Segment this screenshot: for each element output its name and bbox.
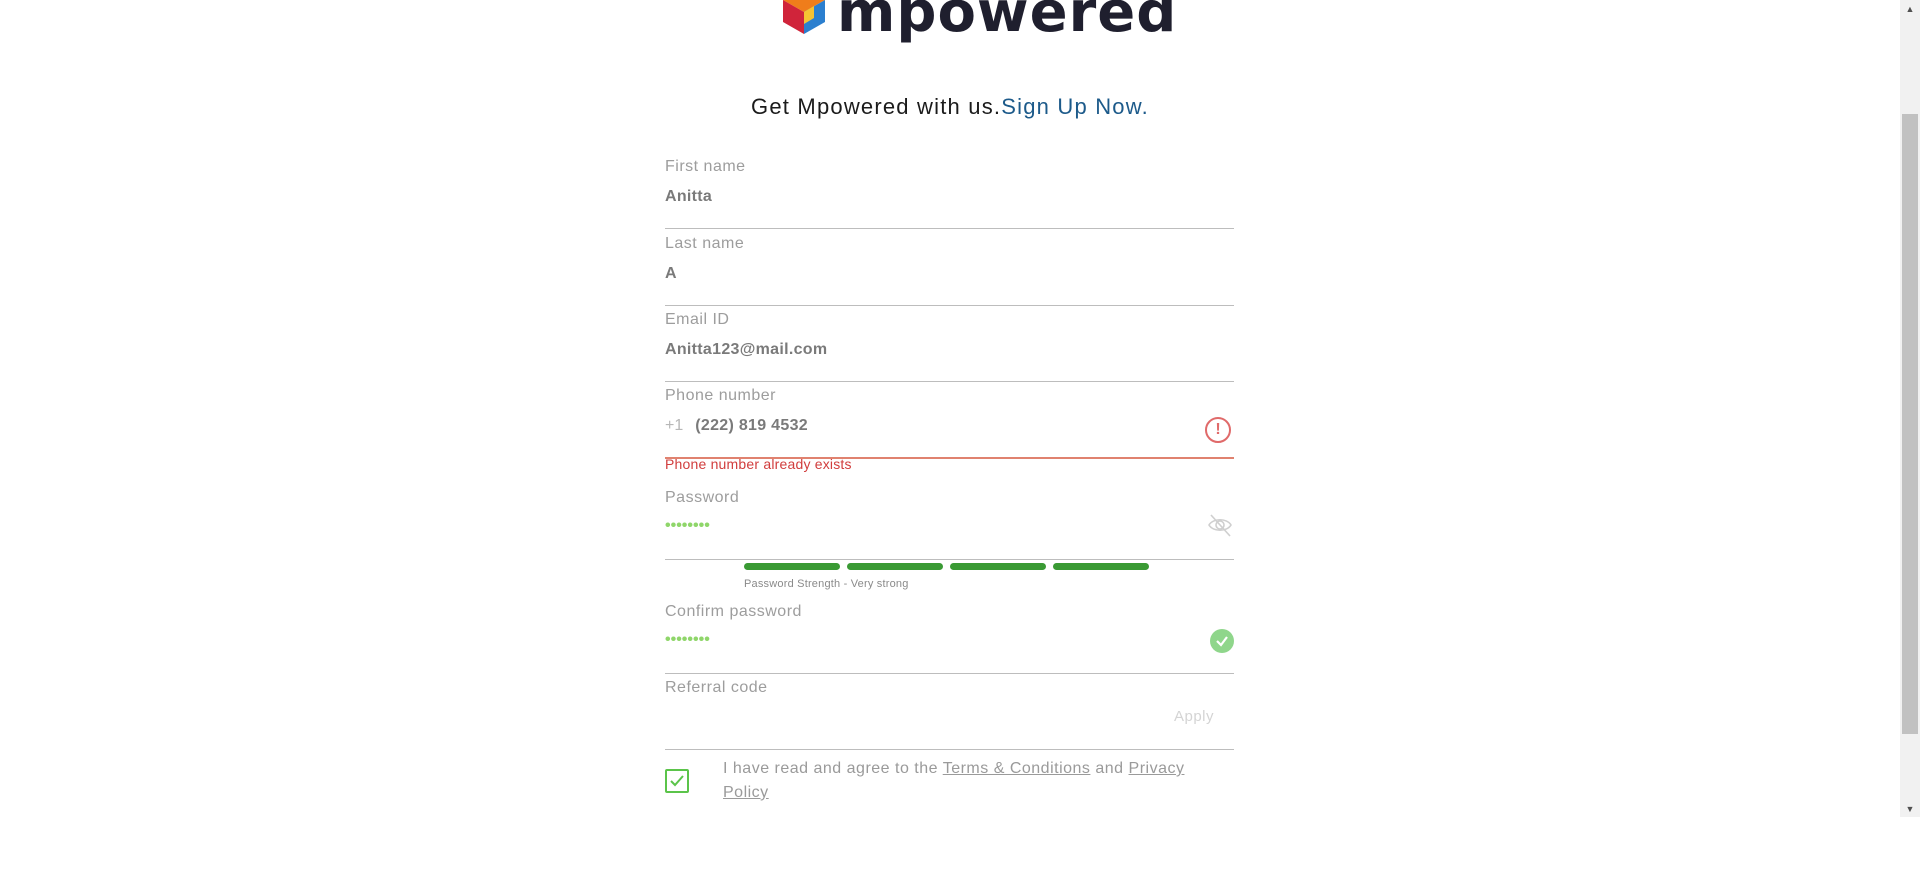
- check-circle-icon: [1210, 629, 1234, 653]
- email-value: Anitta123@mail.com: [665, 341, 828, 358]
- first-name-label: First name: [665, 158, 746, 175]
- email-label: Email ID: [665, 311, 730, 328]
- email-field[interactable]: Email ID Anitta123@mail.com: [665, 311, 1234, 382]
- terms-agreement: I have read and agree to the Terms & Con…: [665, 757, 1234, 805]
- logo-cube-icon: [783, 0, 825, 34]
- password-strength: Password Strength - Very strong: [744, 563, 1149, 590]
- confirm-password-field[interactable]: Confirm password ••••••••: [665, 603, 1234, 674]
- first-name-input[interactable]: Anitta: [665, 188, 1234, 229]
- referral-field[interactable]: Referral code Apply: [665, 679, 1234, 750]
- page-tagline: Get Mpowered with us.Sign Up Now.: [0, 94, 1900, 120]
- error-alert-icon: !: [1205, 417, 1231, 443]
- strength-bar-4: [1053, 563, 1149, 570]
- last-name-value: A: [665, 265, 677, 282]
- referral-input[interactable]: Apply: [665, 708, 1234, 750]
- strength-text: Password Strength - Very strong: [744, 578, 909, 590]
- agree-and: and: [1090, 760, 1129, 777]
- phone-field[interactable]: Phone number +1 (222) 819 4532 !: [665, 387, 1234, 459]
- scroll-down-arrow-icon[interactable]: ▼: [1900, 800, 1920, 817]
- last-name-input[interactable]: A: [665, 265, 1234, 306]
- password-input[interactable]: ••••••••: [665, 514, 1234, 560]
- strength-bar-1: [744, 563, 840, 570]
- tagline-text: Get Mpowered with us.: [751, 94, 1002, 119]
- phone-error: Phone number already exists: [665, 456, 1234, 479]
- phone-value: (222) 819 4532: [695, 417, 808, 434]
- last-name-field[interactable]: Last name A: [665, 235, 1234, 306]
- checkmark-icon: [670, 775, 684, 787]
- phone-input[interactable]: +1 (222) 819 4532 !: [665, 417, 1234, 459]
- first-name-value: Anitta: [665, 188, 713, 205]
- scrollbar-thumb[interactable]: [1902, 114, 1918, 734]
- apply-button[interactable]: Apply: [1174, 708, 1214, 725]
- scrollbar[interactable]: ▲ ▼: [1900, 0, 1920, 817]
- password-label: Password: [665, 489, 740, 506]
- email-input[interactable]: Anitta123@mail.com: [665, 341, 1234, 382]
- country-code: +1: [665, 417, 684, 434]
- phone-label: Phone number: [665, 387, 776, 404]
- agree-prefix: I have read and agree to the: [723, 760, 943, 777]
- agree-text: I have read and agree to the Terms & Con…: [723, 757, 1213, 805]
- eye-off-icon[interactable]: [1206, 511, 1234, 544]
- referral-label: Referral code: [665, 679, 768, 696]
- password-value: ••••••••: [665, 517, 710, 534]
- phone-error-text: Phone number already exists: [665, 456, 852, 472]
- strength-bar-3: [950, 563, 1046, 570]
- agree-checkbox[interactable]: [665, 769, 689, 793]
- logo-text: mpowered: [837, 0, 1178, 45]
- confirm-password-value: ••••••••: [665, 631, 710, 648]
- signup-page: mpowered Get Mpowered with us.Sign Up No…: [0, 0, 1900, 887]
- strength-bar-2: [847, 563, 943, 570]
- last-name-label: Last name: [665, 235, 745, 252]
- confirm-password-input[interactable]: ••••••••: [665, 629, 1234, 674]
- strength-bars: [744, 563, 1149, 570]
- confirm-password-label: Confirm password: [665, 603, 802, 620]
- sign-up-link[interactable]: Sign Up Now.: [1001, 94, 1149, 119]
- scroll-up-arrow-icon[interactable]: ▲: [1900, 0, 1920, 17]
- mpowered-logo: mpowered: [781, 0, 1177, 45]
- terms-link[interactable]: Terms & Conditions: [943, 760, 1091, 777]
- password-field[interactable]: Password ••••••••: [665, 489, 1234, 560]
- first-name-field[interactable]: First name Anitta: [665, 158, 1234, 229]
